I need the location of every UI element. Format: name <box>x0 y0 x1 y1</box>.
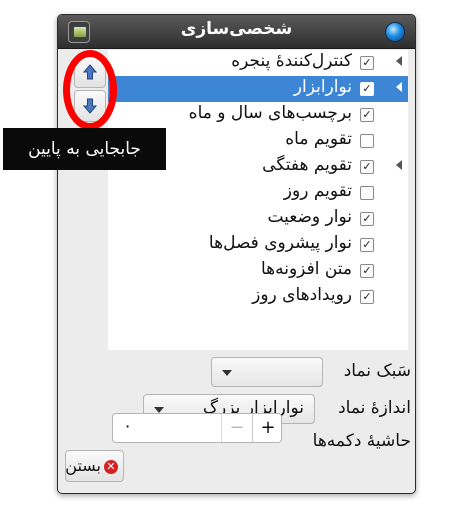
icon-style-label: سَبک نماد <box>343 361 411 381</box>
list-item-checkbox[interactable]: ✓ <box>360 290 374 304</box>
list-item[interactable]: تقویم روز <box>108 180 408 206</box>
list-item-label: نوارابزار <box>293 77 352 97</box>
list-item-label: نوار پیشروی فصل‌ها <box>208 233 352 253</box>
list-item-checkbox[interactable] <box>360 134 374 148</box>
list-item[interactable]: رویدادهای روز ✓ <box>108 284 408 310</box>
list-item-label: تقویم روز <box>283 181 352 201</box>
list-item[interactable]: متن افزونه‌ها ✓ <box>108 258 408 284</box>
list-item-selected[interactable]: نوارابزار ✓ <box>108 76 408 102</box>
increment-button[interactable]: + <box>252 414 281 442</box>
expand-arrow-icon[interactable] <box>396 160 402 170</box>
list-item-checkbox[interactable]: ✓ <box>360 56 374 70</box>
list-item-label: تقویم ماه <box>285 129 352 149</box>
decrement-button[interactable]: − <box>221 414 252 442</box>
window-menu-orb-icon[interactable] <box>385 22 405 42</box>
close-icon: ✕ <box>104 460 118 474</box>
list-item[interactable]: کنترل‌کنندهٔ پنجره ✓ <box>108 50 408 76</box>
expand-arrow-icon[interactable] <box>396 82 402 92</box>
list-item[interactable]: برچسب‌های سال و ماه ✓ <box>108 102 408 128</box>
window-title: شخصی‌سازی <box>180 19 293 39</box>
list-item-checkbox[interactable]: ✓ <box>360 82 374 96</box>
icon-size-label: اندازهٔ نماد <box>338 398 411 418</box>
list-item-label: برچسب‌های سال و ماه <box>188 103 352 123</box>
toolbar-items-list: کنترل‌کنندهٔ پنجره ✓ نوارابزار ✓ برچسب‌ه… <box>108 50 408 350</box>
list-item-checkbox[interactable]: ✓ <box>360 264 374 278</box>
close-button-label: بستن <box>65 456 101 475</box>
list-item-checkbox[interactable]: ✓ <box>360 108 374 122</box>
icon-style-combo[interactable] <box>211 357 323 387</box>
list-item[interactable]: نوار پیشروی فصل‌ها ✓ <box>108 232 408 258</box>
title-bar[interactable]: شخصی‌سازی <box>58 15 415 49</box>
chevron-down-icon <box>222 370 232 376</box>
list-item-checkbox[interactable]: ✓ <box>360 238 374 252</box>
close-button[interactable]: بستن ✕ <box>65 450 124 482</box>
list-item-label: متن افزونه‌ها <box>260 259 352 279</box>
list-item-checkbox[interactable] <box>360 186 374 200</box>
list-item-checkbox[interactable]: ✓ <box>360 160 374 174</box>
button-border-label: حاشیهٔ دکمه‌ها <box>312 431 411 451</box>
list-item-checkbox[interactable]: ✓ <box>360 212 374 226</box>
tooltip: جابجایی به پایین <box>3 128 166 170</box>
list-item[interactable]: نوار وضعیت ✓ <box>108 206 408 232</box>
list-item-label: نوار وضعیت <box>267 207 352 227</box>
spinbox-value: ۰ <box>123 416 133 436</box>
expand-arrow-icon[interactable] <box>396 56 402 66</box>
button-border-spinbox[interactable]: ۰ − + <box>112 413 282 443</box>
list-item-label: کنترل‌کنندهٔ پنجره <box>231 51 352 71</box>
highlight-annotation-ring <box>63 50 117 130</box>
list-item-label: رویدادهای روز <box>252 285 352 305</box>
list-item-label: تقویم هفتگی <box>262 155 352 175</box>
